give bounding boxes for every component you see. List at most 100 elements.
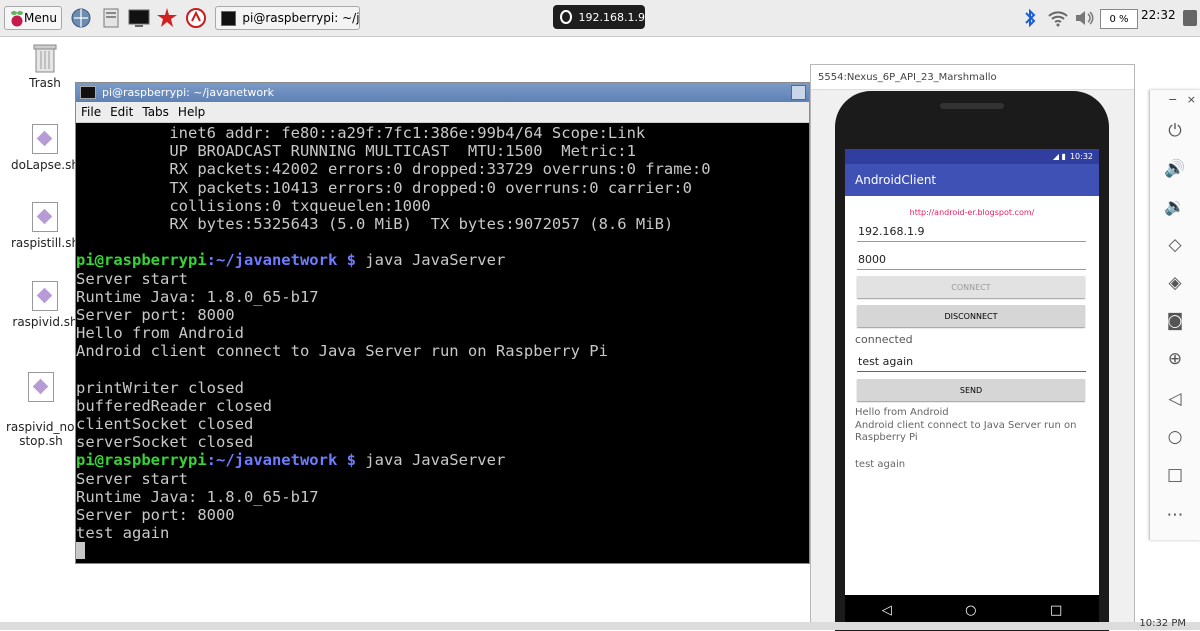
terminal-line: bufferedReader closed	[76, 396, 272, 415]
terminal-line: Hello from Android	[76, 324, 244, 343]
browser-globe-icon[interactable]	[70, 7, 92, 29]
terminal-line: printWriter closed	[76, 378, 244, 397]
signal-icon: ◢ ▮	[1052, 152, 1066, 161]
nav-bar: ◁ ○ □	[845, 595, 1099, 625]
script-file-icon	[28, 372, 54, 402]
desktop-icon-label: raspivid.sh	[12, 315, 78, 329]
desktop-icon-label: raspivid_non stop.sh	[6, 420, 83, 448]
terminal-icon[interactable]	[128, 7, 150, 29]
terminal-line: collisions:0 txqueuelen:1000	[76, 196, 431, 215]
zoom-icon[interactable]: ⊕	[1164, 348, 1186, 370]
app-bar: AndroidClient	[845, 164, 1099, 196]
terminal-line: RX bytes:5325643 (5.0 MiB) TX bytes:9072…	[76, 214, 674, 233]
volume-up-icon[interactable]: 🔊	[1164, 158, 1186, 180]
blog-link[interactable]: http://android-er.blogspot.com/	[845, 208, 1099, 217]
cpu-usage-label: 0 %	[1109, 13, 1129, 25]
connect-button[interactable]: CONNECT	[857, 276, 1085, 298]
eject-icon[interactable]	[1180, 7, 1200, 29]
menu-button[interactable]: Menu	[4, 6, 62, 30]
home-icon[interactable]: ○	[965, 603, 976, 618]
port-field[interactable]: 8000	[857, 253, 1086, 270]
desktop-icon-raspivid-nonstop[interactable]: raspivid_non stop.sh	[6, 358, 83, 462]
terminal-window[interactable]: pi@raspberrypi: ~/javanetwork File Edit …	[75, 82, 810, 564]
terminal-window-icon	[80, 86, 96, 99]
terminal-line: serverSocket closed	[76, 433, 254, 452]
terminal-line: TX packets:10413 errors:0 dropped:0 over…	[76, 178, 692, 197]
received-message-1: Hello from Android	[855, 407, 949, 418]
overview-icon[interactable]: □	[1164, 464, 1186, 486]
received-message-3: test again	[855, 459, 906, 470]
emulator-titlebar[interactable]: 5554:Nexus_6P_API_23_Marshmallo	[811, 65, 1134, 90]
terminal-line: UP BROADCAST RUNNING MULTICAST MTU:1500 …	[76, 142, 636, 161]
terminal-output[interactable]: inet6 addr: fe80::a29f:7fc1:386e:99b4/64…	[76, 124, 809, 563]
terminal-line	[76, 542, 809, 560]
home-icon[interactable]: ○	[1164, 426, 1186, 448]
desktop-icon-trash[interactable]: Trash	[20, 42, 70, 90]
terminal-titlebar[interactable]: pi@raspberrypi: ~/javanetwork	[76, 83, 809, 102]
taskbar-terminal-task[interactable]: pi@raspberrypi: ~/java	[215, 6, 360, 30]
wifi-icon[interactable]	[1047, 7, 1069, 29]
terminal-line: RX packets:42002 errors:0 dropped:33729 …	[76, 160, 711, 179]
terminal-line: inet6 addr: fe80::a29f:7fc1:386e:99b4/64…	[76, 124, 646, 142]
menu-edit[interactable]: Edit	[110, 105, 133, 119]
received-message-2: Android client connect to Java Server ru…	[855, 420, 1077, 443]
menu-tabs[interactable]: Tabs	[142, 105, 169, 119]
rotate-right-icon[interactable]: ◈	[1164, 272, 1186, 294]
vnc-ip-indicator[interactable]: 192.168.1.9	[553, 5, 645, 29]
terminal-line: pi@raspberrypi:~/javanetwork $ java Java…	[76, 251, 809, 269]
desktop-icon-label: doLapse.sh	[11, 158, 79, 172]
file-manager-icon[interactable]	[100, 7, 122, 29]
terminal-line: Server port: 8000	[76, 305, 235, 324]
power-icon[interactable]: ⏻	[1164, 120, 1186, 142]
bottom-taskbar: 10:32 PM	[0, 618, 1200, 630]
more-icon[interactable]: ⋯	[1164, 504, 1186, 526]
emulator-title: 5554:Nexus_6P_API_23_Marshmallo	[818, 71, 997, 83]
wolfram-icon[interactable]	[185, 7, 207, 29]
terminal-line: Runtime Java: 1.8.0_65-b17	[76, 287, 319, 306]
minimize-icon[interactable]: −	[1168, 93, 1177, 106]
emulator-window[interactable]: 5554:Nexus_6P_API_23_Marshmallo ◢ ▮ 10:3…	[810, 64, 1135, 631]
vnc-icon	[560, 10, 572, 24]
message-field[interactable]: test again	[857, 355, 1086, 372]
desktop-icon-label: raspistill.sh	[10, 236, 80, 250]
desktop-icon-label: Trash	[29, 76, 61, 90]
desktop-icon-raspivid[interactable]: raspivid.sh	[10, 281, 80, 329]
prompt-command: java JavaServer	[355, 251, 506, 270]
script-file-icon	[32, 202, 58, 232]
taskbar-task-title: pi@raspberrypi: ~/java	[242, 11, 359, 25]
desktop-icon-raspistill[interactable]: raspistill.sh	[10, 202, 80, 250]
terminal-menubar: File Edit Tabs Help	[76, 102, 809, 123]
math-kernel-icon[interactable]	[156, 7, 178, 29]
back-icon[interactable]: ◁	[882, 603, 892, 618]
volume-down-icon[interactable]: 🔉	[1164, 196, 1186, 218]
terminal-title: pi@raspberrypi: ~/javanetwork	[102, 86, 275, 99]
emulator-toolbar: − × ⏻ 🔊 🔉 ◇ ◈ ◙ ⊕ ◁ ○ □ ⋯	[1149, 90, 1200, 540]
bluetooth-icon[interactable]	[1022, 7, 1038, 29]
prompt-path: :~/javanetwork $	[206, 251, 356, 270]
connection-status: connected	[855, 333, 913, 346]
back-icon[interactable]: ◁	[1164, 388, 1186, 410]
recents-icon[interactable]: □	[1050, 603, 1062, 618]
camera-icon[interactable]: ◙	[1164, 310, 1186, 332]
send-button[interactable]: SEND	[857, 379, 1085, 401]
volume-icon[interactable]	[1073, 7, 1095, 29]
terminal-task-icon	[221, 10, 237, 26]
ip-field[interactable]: 192.168.1.9	[857, 225, 1086, 242]
ip-address-label: 192.168.1.9	[578, 10, 645, 24]
close-icon[interactable]: ×	[1187, 93, 1196, 106]
prompt-command: java JavaServer	[355, 451, 506, 470]
phone-screen[interactable]: ◢ ▮ 10:32 AndroidClient http://android-e…	[845, 149, 1099, 595]
rotate-left-icon[interactable]: ◇	[1164, 234, 1186, 256]
menu-help[interactable]: Help	[178, 105, 205, 119]
minimize-button[interactable]	[791, 85, 806, 100]
terminal-line: pi@raspberrypi:~/javanetwork $ java Java…	[76, 451, 809, 469]
desktop-icon-dolapse[interactable]: doLapse.sh	[10, 124, 80, 172]
taskbar-clock[interactable]: 22:32	[1141, 8, 1176, 22]
cpu-usage-monitor: 0 %	[1100, 9, 1138, 29]
terminal-line: Server port: 8000	[76, 505, 235, 524]
terminal-line: Android client connect to Java Server ru…	[76, 342, 608, 361]
disconnect-button[interactable]: DISCONNECT	[857, 305, 1085, 327]
terminal-line: Server start	[76, 269, 188, 288]
menu-file[interactable]: File	[81, 105, 101, 119]
